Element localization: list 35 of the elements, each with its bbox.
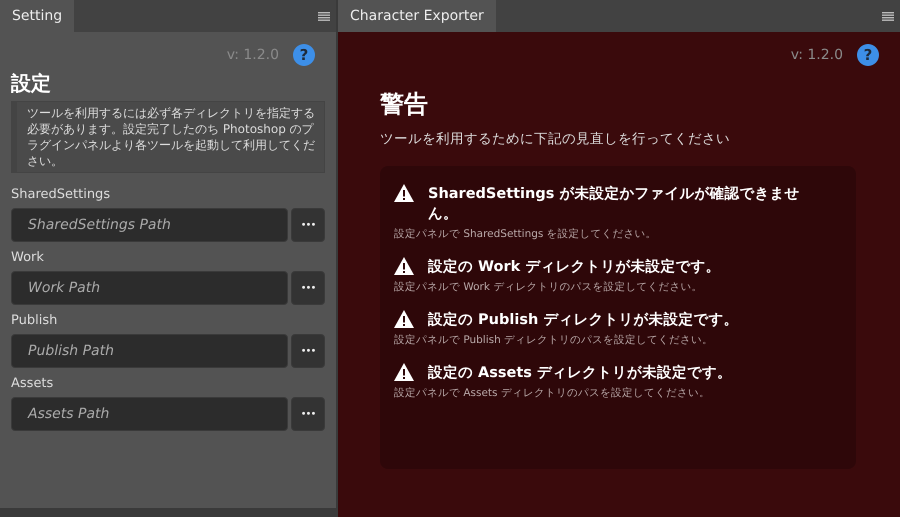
- help-button[interactable]: ?: [293, 44, 315, 66]
- path-field[interactable]: Work Path: [11, 271, 288, 305]
- warning-detail: 設定パネルで Work ディレクトリのパスを設定してください。: [394, 280, 704, 294]
- warning-icon: [394, 310, 414, 328]
- warning-detail: 設定パネルで Publish ディレクトリのパスを設定してください。: [394, 333, 714, 347]
- warning-title: 設定の Publish ディレクトリが未設定です。: [428, 310, 740, 330]
- browse-button[interactable]: •••: [291, 334, 325, 368]
- path-field[interactable]: Publish Path: [11, 334, 288, 368]
- warning-icon: [394, 257, 414, 275]
- path-field[interactable]: SharedSettings Path: [11, 208, 288, 242]
- browse-button[interactable]: •••: [291, 208, 325, 242]
- panel-tab[interactable]: Setting: [0, 0, 74, 32]
- panel-title: 設定: [11, 70, 52, 97]
- panel-tab[interactable]: Character Exporter: [338, 0, 496, 32]
- warning-icon: [394, 363, 414, 381]
- alert-title: 警告: [380, 89, 429, 120]
- warning-title: 設定の Work ディレクトリが未設定です。: [428, 258, 722, 277]
- field-label: Publish: [11, 313, 58, 328]
- field-label: Assets: [11, 376, 54, 391]
- browse-button[interactable]: •••: [291, 397, 325, 431]
- warning-icon: [394, 184, 414, 202]
- browse-button[interactable]: •••: [291, 271, 325, 305]
- alert-message: ツールを利用するために下記の見直しを行ってください: [380, 130, 731, 148]
- warning-title: SharedSettings が未設定かファイルが確認できません。: [428, 184, 800, 224]
- field-label: Work: [11, 250, 45, 265]
- warning-title: 設定の Assets ディレクトリが未設定です。: [428, 364, 733, 383]
- menu-icon[interactable]: [318, 12, 330, 20]
- menu-icon[interactable]: [882, 12, 894, 20]
- version-label: v: 1.2.0: [790, 47, 843, 63]
- warning-detail: 設定パネルで Assets ディレクトリのパスを設定してください。: [394, 386, 711, 400]
- warning-detail: 設定パネルで SharedSettings を設定してください。: [394, 227, 658, 241]
- help-button[interactable]: ?: [857, 44, 879, 66]
- info-note: ツールを利用するには必ず各ディレクトリを指定する必要があります。設定完了したのち Photoshop のプラグインパネルより各ツールを起動して利用してください。: [11, 101, 325, 173]
- field-label: SharedSettings: [11, 187, 112, 202]
- path-field[interactable]: Assets Path: [11, 397, 288, 431]
